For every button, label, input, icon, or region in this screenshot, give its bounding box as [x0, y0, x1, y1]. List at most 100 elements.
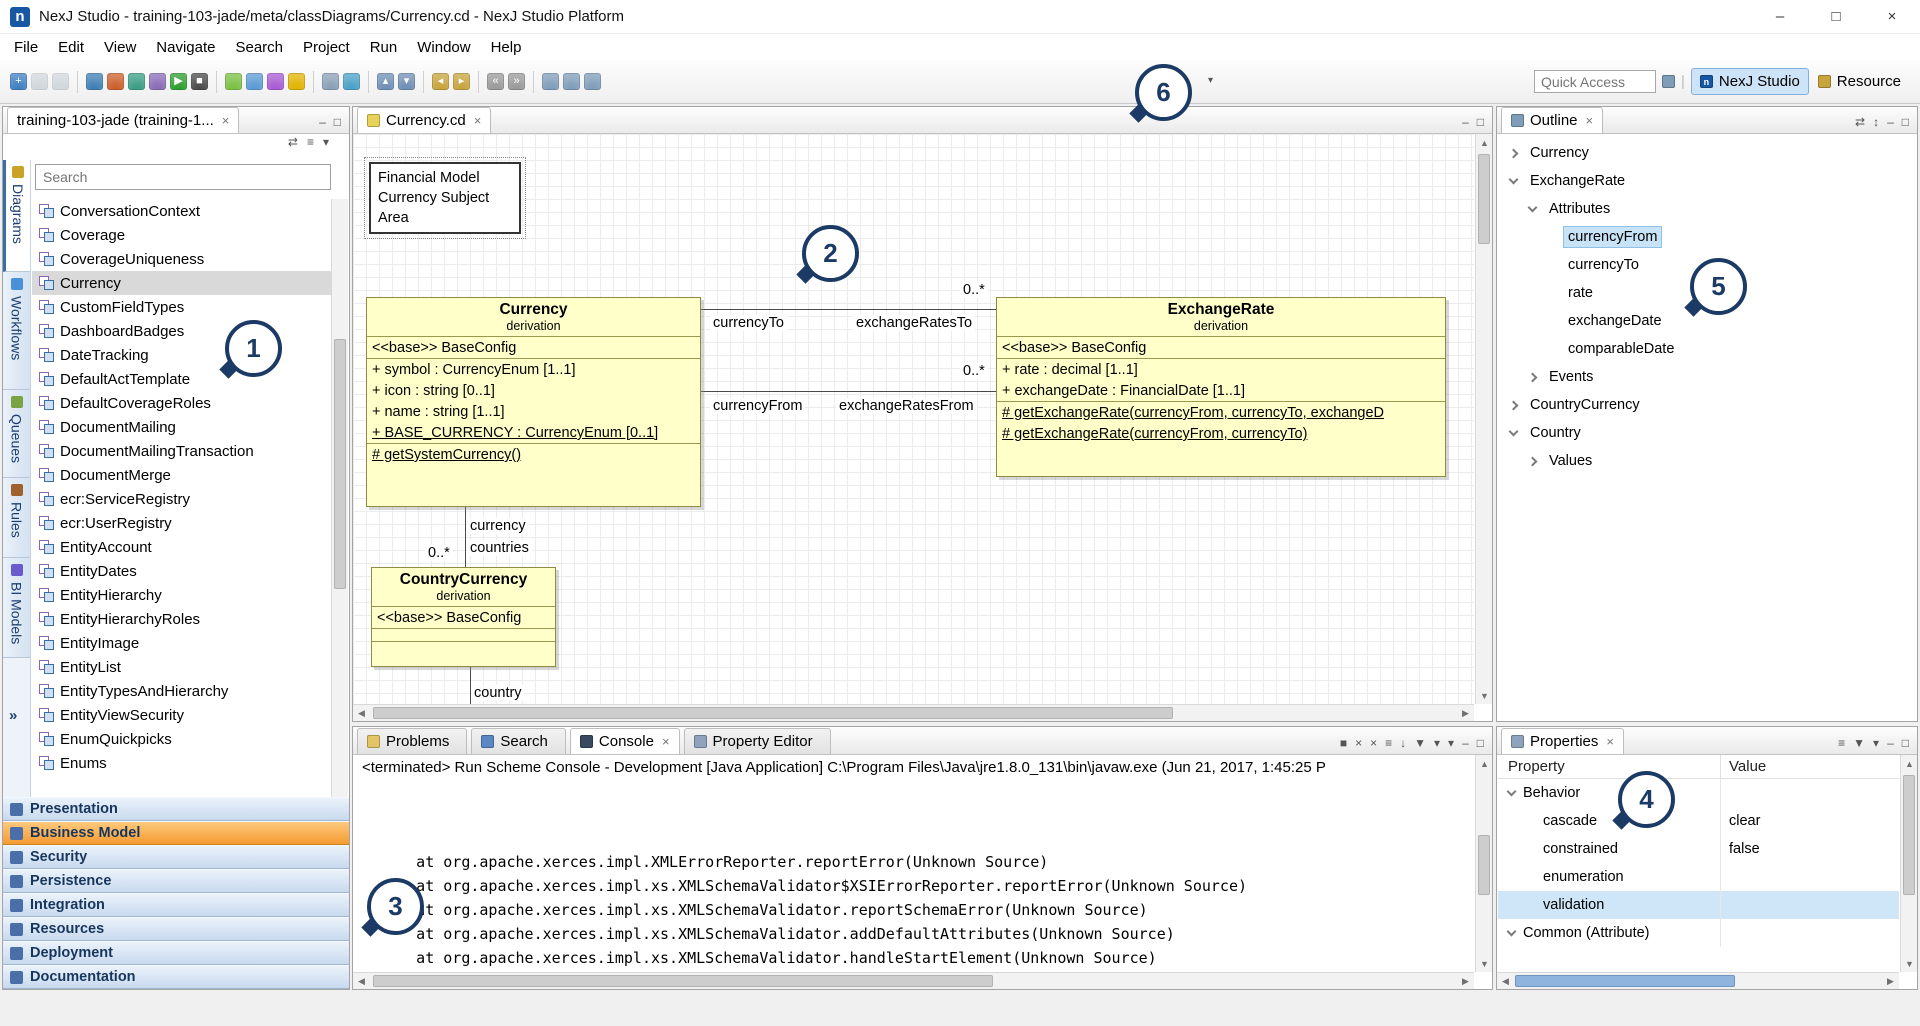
maximize-icon[interactable]: □	[1477, 116, 1484, 128]
property-name-cell[interactable]: validation	[1498, 891, 1720, 919]
outline-item-label[interactable]: Events	[1544, 366, 1598, 388]
uml-class-currency[interactable]: Currency derivation <<base>> BaseConfig …	[366, 297, 701, 507]
close-tab-icon[interactable]: ×	[662, 734, 670, 749]
new-wizard-icon[interactable]: + ▾	[10, 73, 27, 90]
back-icon[interactable]: ◂ ▾	[432, 73, 449, 90]
role-label-country[interactable]: country	[471, 685, 525, 701]
property-value-cell[interactable]	[1720, 779, 1899, 807]
uml-class-countrycurrency[interactable]: CountryCurrency derivation <<base>> Base…	[371, 567, 556, 667]
property-row[interactable]: Behavior	[1498, 779, 1899, 807]
outline-item-label[interactable]: Currency	[1525, 142, 1594, 164]
run-icon[interactable]: ▶ ▾	[170, 73, 187, 90]
layer-tab[interactable]: Queues	[3, 390, 30, 478]
scroll-right-arrow[interactable]: ▶	[1457, 705, 1474, 722]
minimize-icon[interactable]: –	[319, 116, 326, 128]
property-value-cell[interactable]	[1720, 919, 1899, 947]
close-window-button[interactable]: ×	[1864, 0, 1920, 34]
scroll-left-arrow[interactable]: ◀	[353, 705, 370, 722]
pin-console-icon[interactable]: ▼	[1414, 737, 1426, 749]
role-label-currencyFrom[interactable]: currencyFrom	[710, 398, 805, 414]
view-tab[interactable]: Search	[471, 728, 566, 754]
list-item[interactable]: DefaultCoverageRoles	[32, 391, 333, 415]
properties-horizontal-scrollbar[interactable]: ◀ ▶	[1497, 972, 1899, 989]
outline-tab[interactable]: Outline ×	[1501, 107, 1603, 133]
minimize-icon[interactable]: –	[1462, 737, 1469, 749]
save-all-icon[interactable]: ▾	[52, 73, 69, 90]
minimize-window-button[interactable]: –	[1752, 0, 1808, 34]
list-item[interactable]: EntityHierarchyRoles	[32, 607, 333, 631]
class-operation[interactable]: # getExchangeRate(currencyFrom, currency…	[997, 423, 1445, 444]
table-icon[interactable]: ▾	[542, 73, 559, 90]
list-item[interactable]: ConversationContext	[32, 199, 333, 223]
property-value-cell[interactable]	[1720, 891, 1899, 919]
list-item[interactable]: Currency	[32, 271, 333, 295]
view-menu-icon[interactable]: ▾	[323, 136, 329, 148]
property-row[interactable]: constrained false	[1498, 835, 1899, 863]
properties-vertical-scrollbar[interactable]: ▲ ▼	[1900, 755, 1917, 972]
expander-icon[interactable]	[1528, 456, 1538, 466]
layer-section-bar[interactable]: Security	[3, 845, 349, 869]
role-label-currency[interactable]: currency	[467, 518, 529, 534]
property-value-cell[interactable]: false	[1720, 835, 1899, 863]
list-item[interactable]: EnumQuickpicks	[32, 727, 333, 751]
validate-icon[interactable]: ▾	[288, 73, 305, 90]
layer-section-bar[interactable]: Deployment	[3, 941, 349, 965]
layer-tab-overflow[interactable]: »	[9, 707, 17, 724]
expander-icon[interactable]	[1509, 148, 1519, 158]
model-icon[interactable]: ▾	[246, 73, 263, 90]
outline-item-label[interactable]: currencyFrom	[1563, 226, 1662, 248]
scrollbar-thumb[interactable]	[334, 339, 346, 589]
outline-tree-item[interactable]: comparableDate	[1498, 335, 1916, 363]
outline-item-label[interactable]: comparableDate	[1563, 338, 1679, 360]
layer-section-bar[interactable]: Documentation	[3, 965, 349, 989]
list-item[interactable]: EntityDates	[32, 559, 333, 583]
class-operation[interactable]: # getExchangeRate(currencyFrom, currency…	[997, 402, 1445, 423]
perspective-button[interactable]: Resource	[1809, 68, 1910, 95]
download-icon[interactable]: ▾ ▾	[398, 73, 415, 90]
editor-horizontal-scrollbar[interactable]: ◀ ▶	[353, 704, 1474, 721]
scrollbar-thumb[interactable]	[1515, 975, 1735, 987]
outline-tree-item[interactable]: currencyFrom	[1498, 223, 1916, 251]
scroll-right-arrow[interactable]: ▶	[1457, 973, 1474, 990]
explorer-scrollbar[interactable]	[331, 199, 348, 797]
property-value-cell[interactable]	[1720, 863, 1899, 891]
list-item[interactable]: CustomFieldTypes	[32, 295, 333, 319]
class-attribute[interactable]: + icon : string [0..1]	[367, 380, 700, 401]
sync-icon[interactable]: ▾	[343, 73, 360, 90]
scroll-right-arrow[interactable]: ▶	[1882, 973, 1899, 990]
scroll-up-arrow[interactable]: ▲	[1476, 755, 1493, 772]
scroll-left-arrow[interactable]: ◀	[1497, 973, 1514, 990]
property-name-cell[interactable]: Common (Attribute)	[1498, 919, 1720, 947]
toolbar-overflow-chevron[interactable]: ▾	[1208, 75, 1213, 86]
editor-vertical-scrollbar[interactable]: ▲ ▼	[1475, 134, 1492, 704]
property-name-cell[interactable]: constrained	[1498, 835, 1720, 863]
list-item[interactable]: ecr:UserRegistry	[32, 511, 333, 535]
role-label-countries[interactable]: countries	[467, 540, 532, 556]
toolbar-button[interactable]: ▾	[478, 71, 479, 93]
outline-item-label[interactable]: currencyTo	[1563, 254, 1644, 276]
clear-console-icon[interactable]: ≡	[1385, 737, 1392, 749]
scrollbar-thumb[interactable]	[373, 975, 993, 987]
undo-icon[interactable]: « ▾	[487, 73, 504, 90]
layer-tab[interactable]: BI Models	[3, 558, 30, 658]
maximize-icon[interactable]: □	[334, 116, 341, 128]
link-with-editor-icon[interactable]: ⇄	[1855, 116, 1865, 128]
property-name-cell[interactable]: enumeration	[1498, 863, 1720, 891]
menu-item[interactable]: File	[4, 36, 48, 59]
editor-tab-currency-cd[interactable]: Currency.cd ×	[357, 107, 491, 133]
remove-all-launches-icon[interactable]: ×	[1370, 737, 1377, 749]
close-tab-icon[interactable]: ×	[1606, 734, 1614, 749]
filter-icon[interactable]: ▼	[1853, 737, 1865, 749]
login-icon[interactable]: ▾	[86, 73, 103, 90]
menu-item[interactable]: Window	[407, 36, 480, 59]
upload-icon[interactable]: ▴ ▾	[377, 73, 394, 90]
role-label-currencyTo[interactable]: currencyTo	[710, 315, 787, 331]
compare-icon[interactable]: ▾	[322, 73, 339, 90]
expander-icon[interactable]	[1507, 926, 1517, 936]
property-row[interactable]: validation	[1498, 891, 1899, 919]
properties-tab[interactable]: Properties ×	[1501, 728, 1624, 754]
toolbar-button[interactable]: ▾	[216, 71, 217, 93]
view-tab[interactable]: Property Editor	[684, 728, 831, 754]
expander-icon[interactable]	[1507, 786, 1517, 796]
list-item[interactable]: DateTracking	[32, 343, 333, 367]
